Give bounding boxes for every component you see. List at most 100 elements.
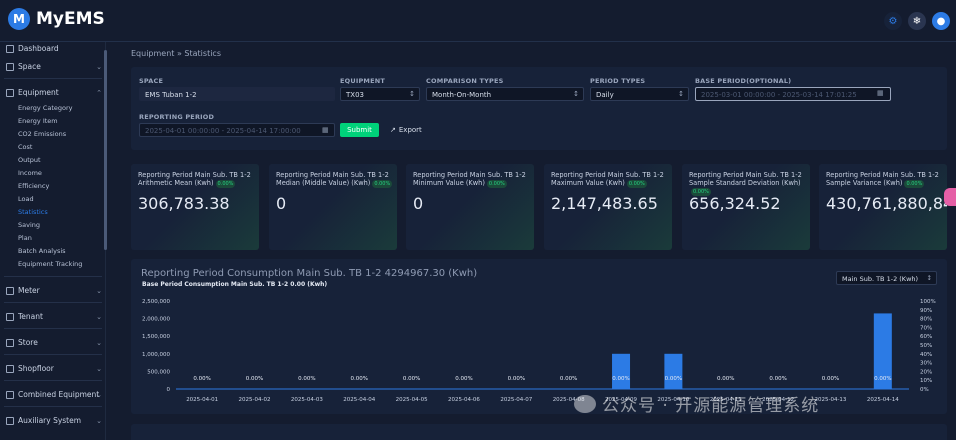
breadcrumb-equipment[interactable]: Equipment [131, 49, 174, 58]
myems-logo-icon: M [8, 8, 30, 30]
space-input[interactable]: EMS Tuban 1-2 [139, 87, 335, 101]
chevron-down-icon: ⌄ [96, 312, 102, 321]
sidebar-subitem-cost[interactable]: Cost [18, 143, 32, 151]
x-tick-label: 2025-04-01 [186, 397, 218, 403]
sidebar-subitem-income[interactable]: Income [18, 169, 42, 177]
y2-tick-label: 40% [920, 352, 932, 358]
sidebar-item-shopfloor[interactable]: Shopfloor ⌄ [6, 364, 102, 373]
comparison-types-select[interactable]: Month-On-Month [426, 87, 584, 101]
chevron-down-icon: ⌄ [96, 338, 102, 347]
calendar-icon[interactable]: ▦ [877, 89, 884, 97]
sidebar-subitem-co2-emissions[interactable]: CO2 Emissions [18, 130, 66, 138]
next-panel [131, 424, 947, 440]
calendar-icon[interactable]: ▦ [322, 126, 329, 134]
x-tick-label: 2025-04-07 [500, 397, 532, 403]
y2-tick-label: 100% [920, 299, 936, 305]
export-icon: ↗ [390, 126, 396, 134]
breadcrumb: Equipment » Statistics [131, 49, 221, 58]
sidebar: Dashboard Space ⌄ Equipment ⌃ Energy Cat… [0, 42, 106, 440]
y2-tick-label: 80% [920, 317, 932, 323]
y2-tick-label: 50% [920, 343, 932, 349]
equipment-select[interactable]: TX03 [340, 87, 420, 101]
y-tick-label: 0 [167, 387, 171, 393]
period-types-select[interactable]: Daily [590, 87, 689, 101]
bar-rate-label: 0.00% [769, 376, 786, 382]
building-icon [6, 62, 14, 71]
sidebar-subitem-energy-category[interactable]: Energy Category [18, 104, 73, 112]
card-title: Reporting Period Main Sub. TB 1-2 Sample… [689, 171, 802, 187]
sidebar-item-dashboard[interactable]: Dashboard [6, 44, 102, 53]
bar-rate-label: 0.00% [874, 376, 891, 382]
sidebar-subitem-batch-analysis[interactable]: Batch Analysis [18, 247, 66, 255]
sidebar-subitem-energy-item[interactable]: Energy Item [18, 117, 58, 125]
base-period-input[interactable]: 2025-03-01 00:00:00 - 2025-03-14 17:01:2… [695, 87, 891, 101]
chevron-down-icon: ⌄ [96, 286, 102, 295]
watermark-text: 公众号 · 开源能源管理系统 [602, 396, 820, 416]
notification-icon[interactable]: ❄ [908, 12, 926, 30]
reporting-period-input[interactable]: 2025-04-01 00:00:00 - 2025-04-14 17:00:0… [139, 123, 335, 137]
export-label: Export [398, 126, 422, 134]
chevron-down-icon: ⌄ [96, 390, 102, 399]
card-title: Reporting Period Main Sub. TB 1-2 Minimu… [413, 171, 526, 187]
user-avatar-icon[interactable]: ● [932, 12, 950, 30]
reporting-period-label: REPORTING PERIOD [139, 113, 215, 121]
sidebar-subitem-statistics[interactable]: Statistics [18, 208, 48, 216]
bar-rate-label: 0.00% [193, 376, 210, 382]
sidebar-item-label: Auxiliary System [18, 416, 82, 425]
stat-card-standard-deviation: Reporting Period Main Sub. TB 1-2 Sample… [682, 164, 810, 250]
sidebar-item-tenant[interactable]: Tenant ⌄ [6, 312, 102, 321]
sidebar-item-equipment[interactable]: Equipment ⌃ [6, 88, 102, 97]
y2-tick-label: 20% [920, 369, 932, 375]
settings-icon[interactable]: ⚙ [884, 12, 902, 30]
brand-logo[interactable]: M MyEMS [8, 8, 105, 30]
bar-rate-label: 0.00% [455, 376, 472, 382]
sidebar-subitem-equipment-tracking[interactable]: Equipment Tracking [18, 260, 82, 268]
sidebar-item-meter[interactable]: Meter ⌄ [6, 286, 102, 295]
y2-tick-label: 70% [920, 325, 932, 331]
base-period-label: BASE PERIOD(OPTIONAL) [695, 77, 792, 85]
stat-card-maximum: Reporting Period Main Sub. TB 1-2 Maximu… [544, 164, 672, 250]
card-badge: 0.00% [215, 180, 236, 188]
tenant-icon [6, 312, 14, 321]
y-tick-label: 1,500,000 [142, 334, 170, 340]
y2-tick-label: 30% [920, 361, 932, 367]
meter-icon [6, 286, 14, 295]
bar-rate-label: 0.00% [298, 376, 315, 382]
bar-rate-label: 0.00% [351, 376, 368, 382]
sidebar-item-label: Space [18, 62, 41, 71]
space-label: SPACE [139, 77, 164, 85]
sidebar-subitem-efficiency[interactable]: Efficiency [18, 182, 49, 190]
sidebar-scrollbar[interactable] [104, 50, 107, 250]
x-tick-label: 2025-04-05 [396, 397, 428, 403]
auxiliary-system-icon [6, 416, 14, 425]
submit-button[interactable]: Submit [340, 123, 379, 137]
sidebar-item-combined-equipment[interactable]: Combined Equipment ⌄ [6, 390, 102, 399]
comparison-types-label: COMPARISON TYPES [426, 77, 504, 85]
x-tick-label: 2025-04-06 [448, 397, 480, 403]
sidebar-subitem-output[interactable]: Output [18, 156, 41, 164]
sidebar-item-label: Equipment [18, 88, 59, 97]
bar-rate-label: 0.00% [717, 376, 734, 382]
bar-rate-label: 0.00% [822, 376, 839, 382]
y-tick-label: 2,500,000 [142, 299, 170, 305]
card-value: 2,147,483.65 [551, 194, 658, 213]
sidebar-item-auxiliary-system[interactable]: Auxiliary System ⌄ [6, 416, 102, 425]
sidebar-item-store[interactable]: Store ⌄ [6, 338, 102, 347]
sidebar-divider [4, 328, 102, 329]
brand-name: MyEMS [36, 9, 105, 29]
card-value: 0 [276, 194, 287, 213]
bar-rate-label: 0.00% [403, 376, 420, 382]
side-tab-icon[interactable] [944, 188, 956, 206]
sidebar-subitem-plan[interactable]: Plan [18, 234, 32, 242]
stat-card-minimum: Reporting Period Main Sub. TB 1-2 Minimu… [406, 164, 534, 250]
card-badge: 0.00% [372, 180, 393, 188]
sidebar-divider [4, 302, 102, 303]
sidebar-subitem-saving[interactable]: Saving [18, 221, 40, 229]
stat-card-variance: Reporting Period Main Sub. TB 1-2 Sample… [819, 164, 947, 250]
sidebar-subitem-load[interactable]: Load [18, 195, 34, 203]
sidebar-item-space[interactable]: Space ⌄ [6, 62, 102, 71]
card-value: 656,324.52 [689, 194, 781, 213]
export-button[interactable]: ↗ Export [390, 123, 432, 137]
sidebar-divider [4, 78, 102, 79]
stat-card-median: Reporting Period Main Sub. TB 1-2 Median… [269, 164, 397, 250]
